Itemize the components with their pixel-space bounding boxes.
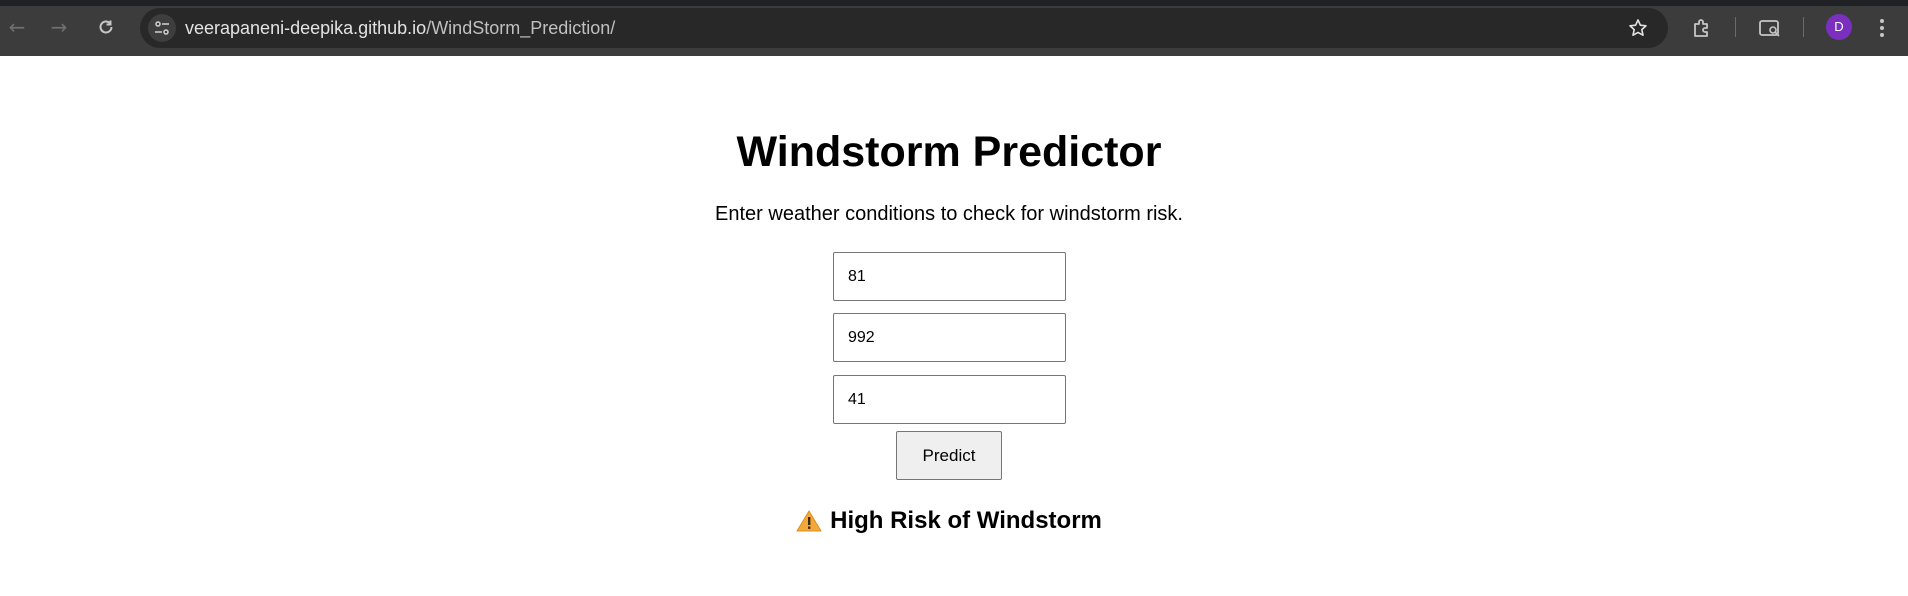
prediction-result: High Risk of Windstorm xyxy=(0,507,1898,535)
star-icon xyxy=(1629,19,1647,36)
tab-strip-edge xyxy=(0,0,1908,6)
menu-button[interactable] xyxy=(1866,12,1898,44)
page-title: Windstorm Predictor xyxy=(736,128,1162,176)
reload-button[interactable] xyxy=(91,12,121,42)
tune-icon xyxy=(155,21,169,35)
tab-search-icon xyxy=(1759,20,1780,37)
page-subtitle: Enter weather conditions to check for wi… xyxy=(715,203,1183,225)
forward-button[interactable]: → xyxy=(44,12,74,42)
result-text: High Risk of Windstorm xyxy=(830,507,1102,534)
wind-speed-input[interactable] xyxy=(833,252,1066,301)
browser-toolbar: ← → veerapaneni-deepika.github.io/WindSt… xyxy=(0,0,1908,56)
url-host: veerapaneni-deepika.github.io xyxy=(185,18,427,38)
humidity-input[interactable] xyxy=(833,375,1066,424)
puzzle-icon xyxy=(1694,19,1708,37)
arrow-left-icon: ← xyxy=(8,15,26,39)
arrow-right-icon: → xyxy=(50,15,68,39)
url-path: /WindStorm_Prediction/ xyxy=(426,18,616,38)
url-text[interactable]: veerapaneni-deepika.github.io/WindStorm_… xyxy=(185,8,615,48)
warning-icon xyxy=(796,510,822,532)
pressure-input[interactable] xyxy=(833,313,1066,362)
profile-avatar[interactable]: D xyxy=(1826,14,1852,40)
site-info-button[interactable] xyxy=(148,14,176,42)
tab-search-button[interactable] xyxy=(1754,12,1786,44)
predict-button[interactable]: Predict xyxy=(896,431,1002,480)
reload-icon xyxy=(99,20,113,34)
more-vert-icon xyxy=(1880,19,1884,37)
address-bar[interactable]: veerapaneni-deepika.github.io/WindStorm_… xyxy=(140,8,1668,48)
toolbar-separator xyxy=(1803,17,1804,37)
bookmark-button[interactable] xyxy=(1624,14,1652,42)
extensions-button[interactable] xyxy=(1686,12,1718,44)
back-button[interactable]: ← xyxy=(2,12,32,42)
toolbar-separator xyxy=(1735,17,1736,37)
